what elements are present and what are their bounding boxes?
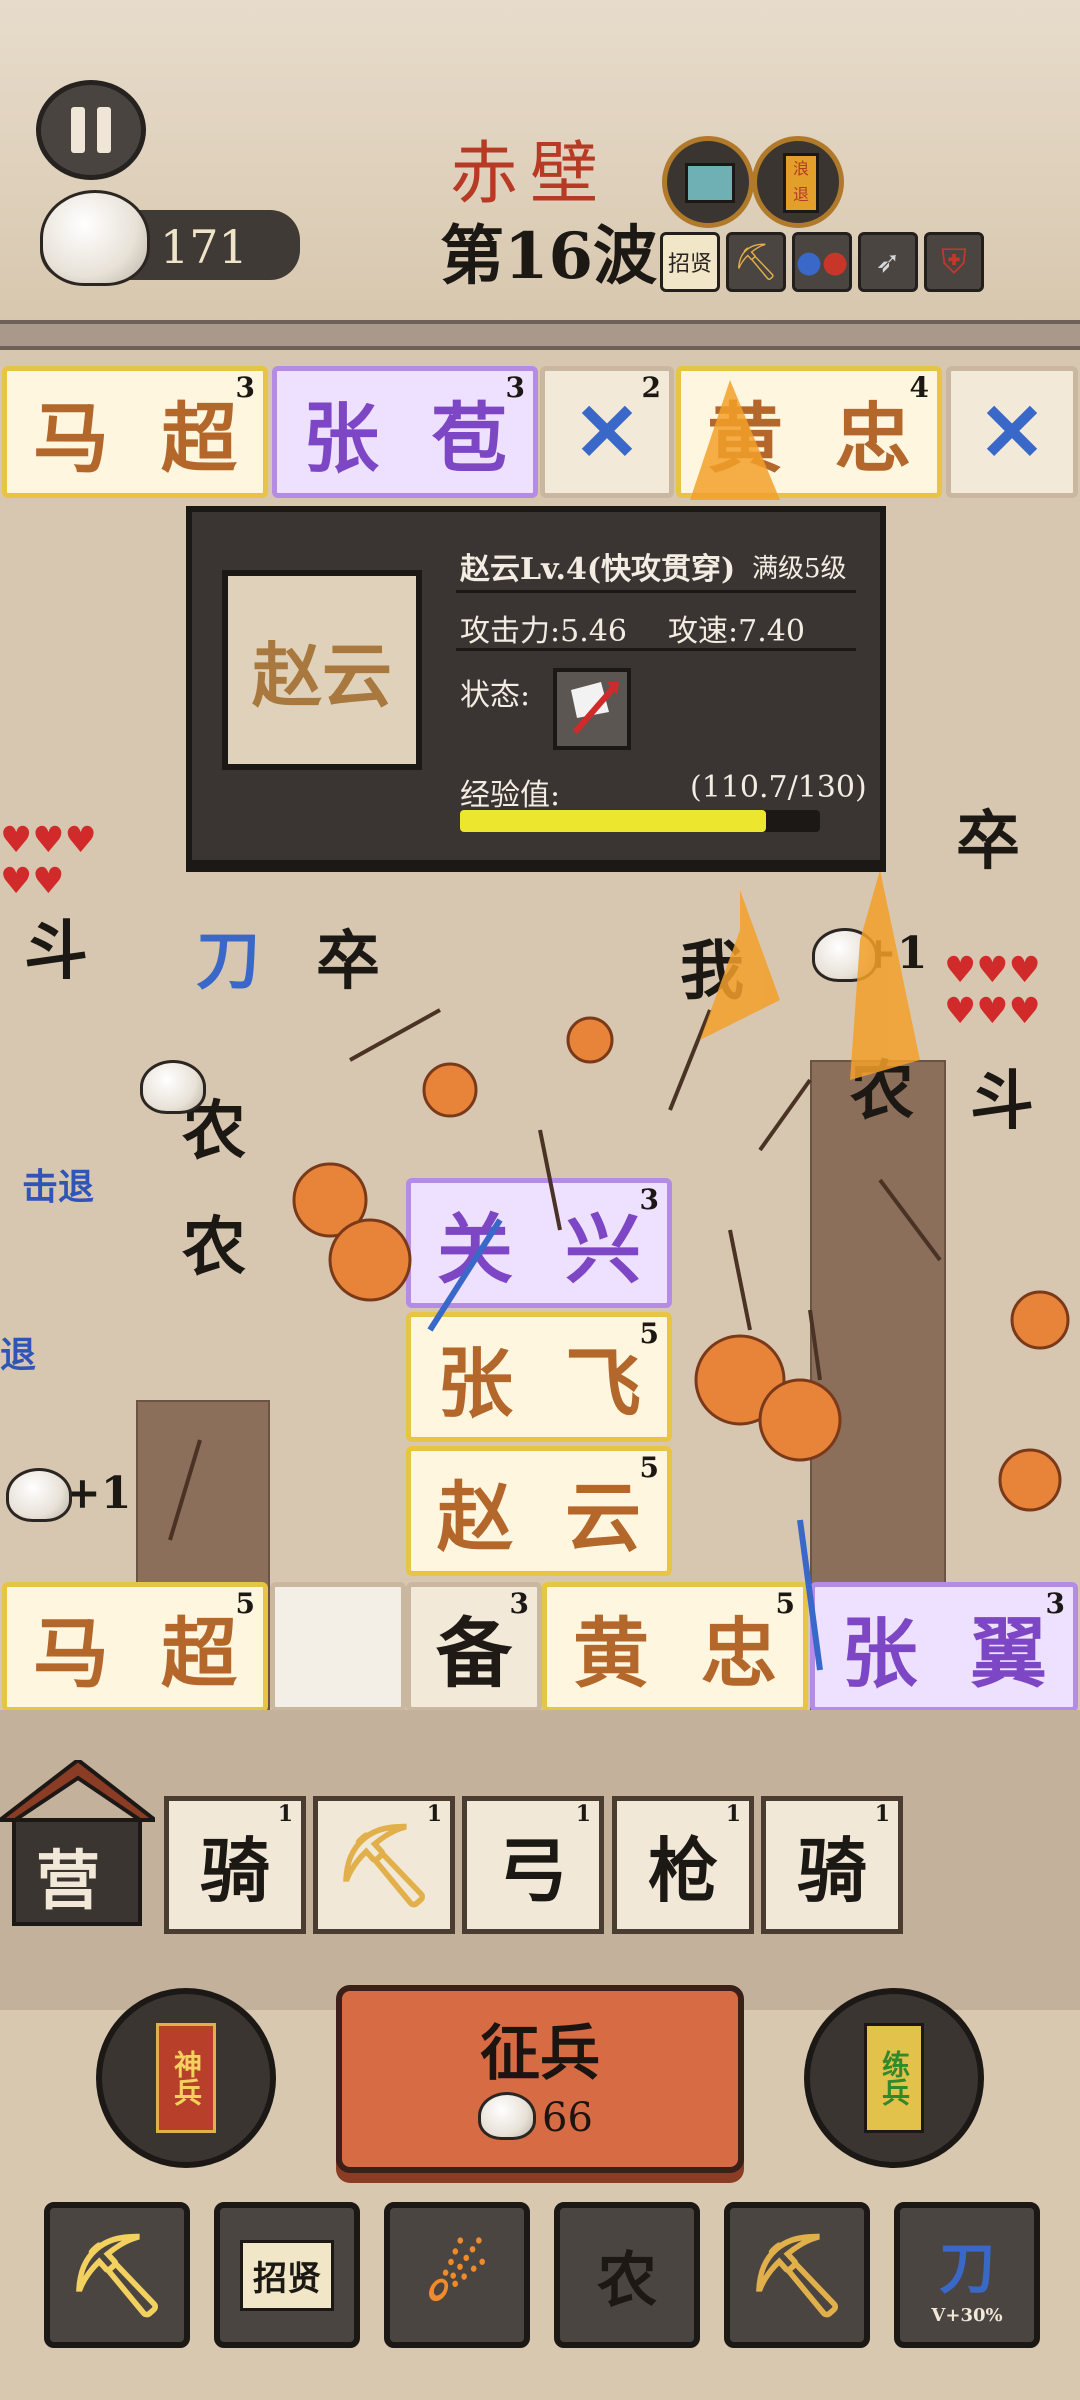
steamed-bun-icon: [478, 2092, 536, 2140]
popup-attack: 攻击力:5.46: [460, 614, 627, 649]
explosion-effect: [566, 1016, 614, 1064]
fire-effect: [850, 870, 920, 1080]
exp-progress-bar: [460, 810, 820, 832]
popup-speed: 攻速:7.40: [668, 614, 805, 649]
arrow-projectile: [808, 1309, 822, 1381]
explosion-effect: [422, 1062, 478, 1118]
status-effect-icon: [553, 668, 631, 750]
explosion-effect: [998, 1448, 1062, 1512]
arrow-projectile: [668, 1009, 712, 1111]
scroll-icon: 招贤: [240, 2239, 334, 2311]
shovel-button[interactable]: ⛏: [724, 2202, 870, 2348]
farmer-button[interactable]: 农: [554, 2202, 700, 2348]
arrow-projectile: [349, 1008, 441, 1062]
arrow-projectile: [758, 1078, 812, 1152]
arrow-projectile: [728, 1229, 752, 1331]
popup-title: 赵云Lv.4(快攻贯穿): [460, 552, 736, 587]
camp-button[interactable]: 营: [0, 1757, 161, 1930]
general-portrait: 赵云: [222, 570, 422, 770]
blade-buff-button[interactable]: 刀 V+30%: [894, 2202, 1040, 2348]
popup-exp-label: 经验值:: [460, 778, 561, 813]
reserve-slot[interactable]: 骑1: [164, 1796, 306, 1934]
popup-status-label: 状态:: [460, 678, 531, 713]
reserve-slot[interactable]: 弓1: [462, 1796, 604, 1934]
farmer-icon: 农: [597, 2245, 657, 2316]
blade-buff-icon: 刀: [939, 2236, 995, 2302]
shovel-icon: ⛏: [333, 1817, 435, 1912]
camp-label: 营: [36, 1844, 100, 1919]
sword-icon: [427, 1218, 503, 1332]
divine-soldier-button[interactable]: 神兵: [96, 1988, 276, 2168]
popup-exp-value: (110.7/130): [690, 770, 867, 805]
explosion-effect: [1010, 1290, 1070, 1350]
reserve-slot[interactable]: 骑1: [761, 1796, 903, 1934]
shovel-chest-button[interactable]: ⛏: [44, 2202, 190, 2348]
reserve-slot[interactable]: 枪1: [612, 1796, 754, 1934]
explosion-effect: [758, 1378, 842, 1462]
popup-max-level: 满级5级: [752, 554, 847, 584]
train-soldier-button[interactable]: 练兵: [804, 1988, 984, 2168]
exp-progress-fill: [460, 810, 766, 832]
divine-soldier-talisman: 神兵: [156, 2023, 216, 2133]
fire-effect: [690, 380, 780, 500]
train-soldier-talisman: 练兵: [864, 2023, 924, 2133]
arrow-projectile: [538, 1129, 562, 1231]
recruit-label: 征兵: [480, 2019, 600, 2089]
fire-effect: [700, 890, 780, 1040]
shovel-chest-icon: ⛏: [66, 2227, 168, 2322]
sword-icon: [797, 1519, 823, 1671]
recruit-cost: 66: [542, 2095, 593, 2141]
arrow-projectile: [878, 1178, 942, 1262]
fire-arrows-icon: ☄: [425, 2233, 489, 2317]
reserve-slot[interactable]: ⛏ 1: [313, 1796, 455, 1934]
recruit-talent-button[interactable]: 招贤: [214, 2202, 360, 2348]
shovel-icon: ⛏: [746, 2227, 848, 2322]
arrow-projectile: [168, 1439, 202, 1541]
explosion-effect: [328, 1218, 412, 1302]
fire-arrows-button[interactable]: ☄: [384, 2202, 530, 2348]
